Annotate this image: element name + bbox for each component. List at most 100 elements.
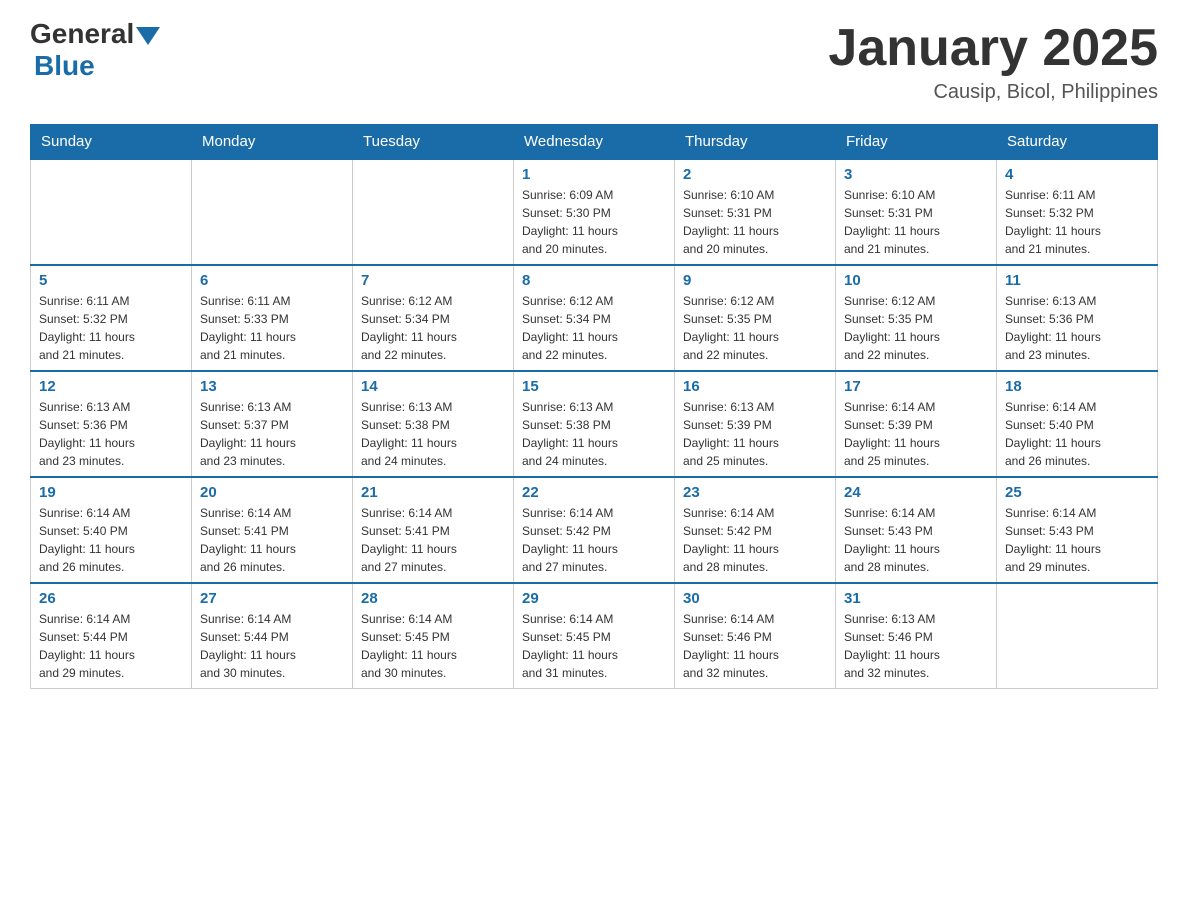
calendar-cell: 11 Sunrise: 6:13 AMSunset: 5:36 PMDayligh… — [997, 265, 1158, 371]
calendar-cell: 24 Sunrise: 6:14 AMSunset: 5:43 PMDayligh… — [836, 477, 997, 583]
day-number: 30 — [683, 590, 827, 607]
month-title: January 2025 — [828, 20, 1158, 77]
calendar-cell: 7Sunrise: 6:12 AMSunset: 5:34 PMDaylight… — [353, 265, 514, 371]
day-number: 31 — [844, 590, 988, 607]
calendar-cell: 16 Sunrise: 6:13 AMSunset: 5:39 PMDayligh… — [675, 371, 836, 477]
day-number: 16 — [683, 378, 827, 395]
day-info: Sunrise: 6:14 AMSunset: 5:41 PMDaylight:… — [200, 504, 344, 576]
day-info: Sunrise: 6:12 AMSunset: 5:35 PMDaylight:… — [683, 292, 827, 364]
day-info: Sunrise: 6:11 AMSunset: 5:33 PMDaylight:… — [200, 292, 344, 364]
calendar-cell: 12 Sunrise: 6:13 AMSunset: 5:36 PMDayligh… — [31, 371, 192, 477]
calendar-cell: 9 Sunrise: 6:12 AMSunset: 5:35 PMDaylight… — [675, 265, 836, 371]
week-row-4: 19 Sunrise: 6:14 AMSunset: 5:40 PMDayligh… — [31, 477, 1158, 583]
week-row-1: 1Sunrise: 6:09 AMSunset: 5:30 PMDaylight… — [31, 159, 1158, 265]
logo: General Blue — [30, 20, 160, 82]
day-number: 11 — [1005, 272, 1149, 289]
calendar-cell — [192, 159, 353, 265]
day-number: 19 — [39, 484, 183, 501]
day-info: Sunrise: 6:13 AMSunset: 5:38 PMDaylight:… — [361, 398, 505, 470]
calendar-cell: 31Sunrise: 6:13 AMSunset: 5:46 PMDayligh… — [836, 583, 997, 689]
calendar-cell: 28 Sunrise: 6:14 AMSunset: 5:45 PMDayligh… — [353, 583, 514, 689]
calendar-cell: 1Sunrise: 6:09 AMSunset: 5:30 PMDaylight… — [514, 159, 675, 265]
day-info: Sunrise: 6:13 AMSunset: 5:39 PMDaylight:… — [683, 398, 827, 470]
day-info: Sunrise: 6:14 AMSunset: 5:43 PMDaylight:… — [844, 504, 988, 576]
calendar-cell: 29 Sunrise: 6:14 AMSunset: 5:45 PMDayligh… — [514, 583, 675, 689]
calendar-cell: 17Sunrise: 6:14 AMSunset: 5:39 PMDayligh… — [836, 371, 997, 477]
calendar-cell: 18 Sunrise: 6:14 AMSunset: 5:40 PMDayligh… — [997, 371, 1158, 477]
day-info: Sunrise: 6:13 AMSunset: 5:37 PMDaylight:… — [200, 398, 344, 470]
calendar-cell: 5Sunrise: 6:11 AMSunset: 5:32 PMDaylight… — [31, 265, 192, 371]
day-number: 15 — [522, 378, 666, 395]
day-info: Sunrise: 6:10 AMSunset: 5:31 PMDaylight:… — [683, 186, 827, 258]
day-number: 12 — [39, 378, 183, 395]
calendar-cell: 4 Sunrise: 6:11 AMSunset: 5:32 PMDaylight… — [997, 159, 1158, 265]
calendar-cell: 25Sunrise: 6:14 AMSunset: 5:43 PMDayligh… — [997, 477, 1158, 583]
logo-general-text: General — [30, 20, 134, 48]
day-number: 23 — [683, 484, 827, 501]
day-info: Sunrise: 6:13 AMSunset: 5:36 PMDaylight:… — [39, 398, 183, 470]
weekday-header-tuesday: Tuesday — [353, 125, 514, 160]
day-info: Sunrise: 6:14 AMSunset: 5:45 PMDaylight:… — [522, 610, 666, 682]
day-number: 8 — [522, 272, 666, 289]
weekday-header-sunday: Sunday — [31, 125, 192, 160]
day-info: Sunrise: 6:11 AMSunset: 5:32 PMDaylight:… — [1005, 186, 1149, 258]
calendar-cell: 14Sunrise: 6:13 AMSunset: 5:38 PMDayligh… — [353, 371, 514, 477]
week-row-3: 12 Sunrise: 6:13 AMSunset: 5:36 PMDayligh… — [31, 371, 1158, 477]
calendar-cell: 27 Sunrise: 6:14 AMSunset: 5:44 PMDayligh… — [192, 583, 353, 689]
day-number: 21 — [361, 484, 505, 501]
calendar-cell: 20 Sunrise: 6:14 AMSunset: 5:41 PMDayligh… — [192, 477, 353, 583]
calendar-cell: 8 Sunrise: 6:12 AMSunset: 5:34 PMDaylight… — [514, 265, 675, 371]
week-row-5: 26Sunrise: 6:14 AMSunset: 5:44 PMDayligh… — [31, 583, 1158, 689]
calendar-cell: 30Sunrise: 6:14 AMSunset: 5:46 PMDayligh… — [675, 583, 836, 689]
day-number: 29 — [522, 590, 666, 607]
day-number: 7 — [361, 272, 505, 289]
day-number: 13 — [200, 378, 344, 395]
weekday-header-saturday: Saturday — [997, 125, 1158, 160]
day-info: Sunrise: 6:13 AMSunset: 5:38 PMDaylight:… — [522, 398, 666, 470]
day-number: 5 — [39, 272, 183, 289]
day-number: 4 — [1005, 166, 1149, 183]
day-number: 24 — [844, 484, 988, 501]
day-number: 18 — [1005, 378, 1149, 395]
day-number: 17 — [844, 378, 988, 395]
weekday-header-thursday: Thursday — [675, 125, 836, 160]
calendar-cell: 6 Sunrise: 6:11 AMSunset: 5:33 PMDaylight… — [192, 265, 353, 371]
weekday-header-friday: Friday — [836, 125, 997, 160]
day-info: Sunrise: 6:12 AMSunset: 5:35 PMDaylight:… — [844, 292, 988, 364]
calendar-cell — [997, 583, 1158, 689]
weekday-header-monday: Monday — [192, 125, 353, 160]
day-number: 1 — [522, 166, 666, 183]
day-info: Sunrise: 6:13 AMSunset: 5:36 PMDaylight:… — [1005, 292, 1149, 364]
day-info: Sunrise: 6:12 AMSunset: 5:34 PMDaylight:… — [522, 292, 666, 364]
day-number: 20 — [200, 484, 344, 501]
calendar-cell: 10Sunrise: 6:12 AMSunset: 5:35 PMDayligh… — [836, 265, 997, 371]
weekday-header-wednesday: Wednesday — [514, 125, 675, 160]
day-number: 9 — [683, 272, 827, 289]
day-info: Sunrise: 6:10 AMSunset: 5:31 PMDaylight:… — [844, 186, 988, 258]
day-info: Sunrise: 6:14 AMSunset: 5:42 PMDaylight:… — [522, 504, 666, 576]
calendar-cell: 13 Sunrise: 6:13 AMSunset: 5:37 PMDayligh… — [192, 371, 353, 477]
day-number: 28 — [361, 590, 505, 607]
day-info: Sunrise: 6:14 AMSunset: 5:44 PMDaylight:… — [39, 610, 183, 682]
day-number: 6 — [200, 272, 344, 289]
location-text: Causip, Bicol, Philippines — [828, 81, 1158, 104]
calendar-cell: 3Sunrise: 6:10 AMSunset: 5:31 PMDaylight… — [836, 159, 997, 265]
calendar-cell: 15 Sunrise: 6:13 AMSunset: 5:38 PMDayligh… — [514, 371, 675, 477]
day-info: Sunrise: 6:14 AMSunset: 5:40 PMDaylight:… — [39, 504, 183, 576]
day-info: Sunrise: 6:14 AMSunset: 5:44 PMDaylight:… — [200, 610, 344, 682]
weekday-header-row: SundayMondayTuesdayWednesdayThursdayFrid… — [31, 125, 1158, 160]
day-info: Sunrise: 6:14 AMSunset: 5:42 PMDaylight:… — [683, 504, 827, 576]
day-info: Sunrise: 6:14 AMSunset: 5:41 PMDaylight:… — [361, 504, 505, 576]
calendar-cell: 22Sunrise: 6:14 AMSunset: 5:42 PMDayligh… — [514, 477, 675, 583]
week-row-2: 5Sunrise: 6:11 AMSunset: 5:32 PMDaylight… — [31, 265, 1158, 371]
day-info: Sunrise: 6:14 AMSunset: 5:45 PMDaylight:… — [361, 610, 505, 682]
logo-triangle-icon — [136, 27, 160, 45]
calendar-cell: 23 Sunrise: 6:14 AMSunset: 5:42 PMDayligh… — [675, 477, 836, 583]
calendar-cell — [353, 159, 514, 265]
day-number: 2 — [683, 166, 827, 183]
day-info: Sunrise: 6:14 AMSunset: 5:43 PMDaylight:… — [1005, 504, 1149, 576]
calendar-cell — [31, 159, 192, 265]
title-area: January 2025 Causip, Bicol, Philippines — [828, 20, 1158, 104]
day-info: Sunrise: 6:14 AMSunset: 5:40 PMDaylight:… — [1005, 398, 1149, 470]
day-number: 27 — [200, 590, 344, 607]
